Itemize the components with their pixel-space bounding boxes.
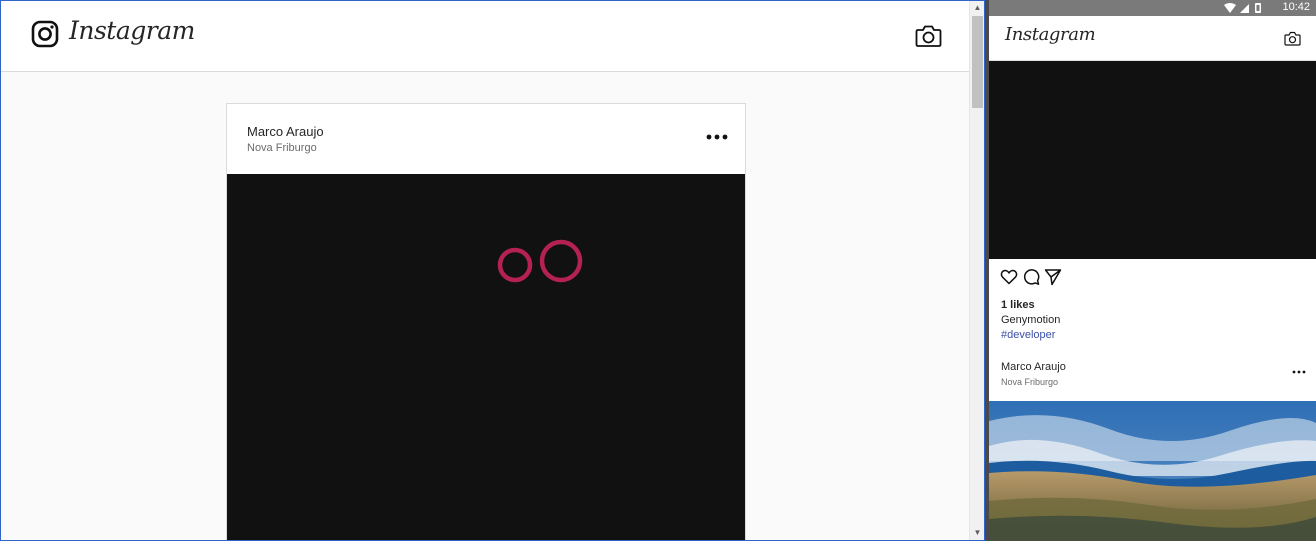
scrollbar-thumb[interactable] [972,16,983,108]
phone-emulator-view: 10:42 Instagram 1 likes Genymotion #deve… [989,0,1316,541]
camera-icon[interactable] [1284,31,1301,46]
post-location[interactable]: Nova Friburgo [1001,377,1058,387]
heart-icon[interactable] [1000,268,1018,286]
phone-header: Instagram [989,16,1316,61]
status-icons [1224,3,1261,13]
post-username[interactable]: Marco Araujo [1001,361,1066,373]
post-location[interactable]: Nova Friburgo [247,142,317,154]
post-username[interactable]: Marco Araujo [247,124,324,139]
likes-count[interactable]: 1 likes [1001,299,1035,311]
wifi-icon [1224,3,1236,13]
post-caption: Genymotion [1001,314,1061,326]
signal-icon [1240,4,1249,13]
status-bar: 10:42 [989,0,1316,16]
feed-post-image[interactable] [989,61,1316,259]
page-scrollbar[interactable]: ▲ ▼ [969,1,984,540]
post-image[interactable] [227,174,745,540]
rings-graphic [497,239,583,283]
instagram-wordmark[interactable]: Instagram [1005,24,1096,45]
desktop-header: Instagram [1,1,969,72]
more-horizontal-icon[interactable] [1292,369,1306,375]
post-card: Marco Araujo Nova Friburgo [226,103,746,540]
instagram-glyph-icon[interactable] [31,20,59,48]
scroll-up-arrow-icon[interactable]: ▲ [970,1,984,15]
desktop-browser-view: Instagram Marco Araujo Nova Friburgo ▲ ▼ [0,0,984,541]
instagram-wordmark[interactable]: Instagram [69,16,195,45]
beach-aerial-image[interactable] [989,401,1316,541]
camera-icon[interactable] [915,24,942,48]
more-horizontal-icon[interactable] [705,132,729,142]
hashtag-link[interactable]: #developer [1001,329,1055,341]
beach-aerial-graphic [989,401,1316,541]
comment-icon[interactable] [1022,268,1040,286]
scroll-down-arrow-icon[interactable]: ▼ [970,526,984,540]
share-icon[interactable] [1044,268,1062,286]
status-time: 10:42 [1282,1,1310,13]
